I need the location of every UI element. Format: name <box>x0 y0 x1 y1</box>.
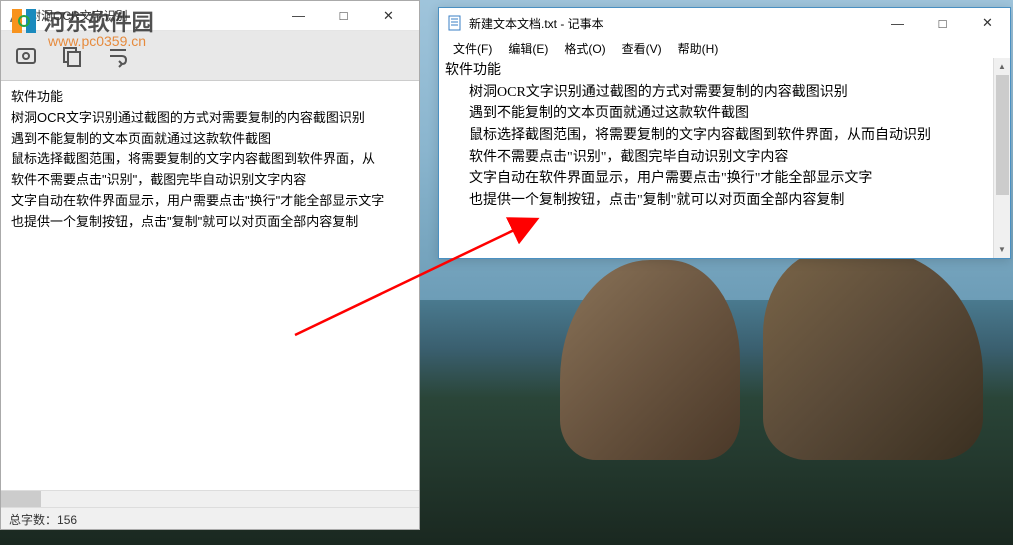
wrap-button[interactable] <box>97 35 139 77</box>
copy-icon <box>60 44 84 68</box>
vertical-scrollbar[interactable]: ▲ ▼ <box>993 58 1010 258</box>
menu-file[interactable]: 文件(F) <box>445 38 500 58</box>
copy-button[interactable] <box>51 35 93 77</box>
scrollbar-thumb[interactable] <box>996 75 1009 195</box>
ocr-app-window: 树洞OCR文字识别 — □ ✕ 软件功能 树洞OCR文字识别通过截图的方式对需要… <box>0 0 420 530</box>
notepad-window: 新建文本文档.txt - 记事本 — □ ✕ 文件(F) 编辑(E) 格式(O)… <box>438 7 1011 259</box>
screenshot-button[interactable] <box>5 35 47 77</box>
ocr-line: 遇到不能复制的文本页面就通过这款软件截图 <box>11 129 409 150</box>
np-line: 文字自动在软件界面显示，用户需要点击"换行"才能全部显示文字 <box>445 168 1004 190</box>
ocr-toolbar <box>1 31 419 81</box>
minimize-button[interactable]: — <box>875 9 920 38</box>
scroll-down-icon[interactable]: ▼ <box>994 241 1010 258</box>
menu-edit[interactable]: 编辑(E) <box>500 38 556 58</box>
ocr-heading: 软件功能 <box>11 87 409 108</box>
ocr-line: 软件不需要点击"识别"，截图完毕自动识别文字内容 <box>11 170 409 191</box>
ocr-window-title: 树洞OCR文字识别 <box>29 7 276 24</box>
horizontal-scrollbar[interactable] <box>1 490 419 507</box>
menu-help[interactable]: 帮助(H) <box>670 38 727 58</box>
np-heading: 软件功能 <box>445 60 1004 82</box>
notepad-titlebar[interactable]: 新建文本文档.txt - 记事本 — □ ✕ <box>439 8 1010 38</box>
np-line: 也提供一个复制按钮，点击"复制"就可以对页面全部内容复制 <box>445 190 1004 212</box>
ocr-line: 文字自动在软件界面显示，用户需要点击"换行"才能全部显示文字 <box>11 191 409 212</box>
notepad-app-icon <box>447 15 463 31</box>
scrollbar-thumb[interactable] <box>1 491 41 507</box>
close-button[interactable]: ✕ <box>965 9 1010 38</box>
close-button[interactable]: ✕ <box>366 1 411 30</box>
ocr-line: 树洞OCR文字识别通过截图的方式对需要复制的内容截图识别 <box>11 108 409 129</box>
word-count-label: 总字数： <box>9 513 57 527</box>
scroll-up-icon[interactable]: ▲ <box>994 58 1010 75</box>
np-line: 鼠标选择截图范围，将需要复制的文字内容截图到软件界面，从而自动识别 <box>445 125 1004 147</box>
notepad-menubar: 文件(F) 编辑(E) 格式(O) 查看(V) 帮助(H) <box>439 38 1010 58</box>
screenshot-icon <box>14 44 38 68</box>
np-line: 遇到不能复制的文本页面就通过这款软件截图 <box>445 103 1004 125</box>
notepad-window-title: 新建文本文档.txt - 记事本 <box>469 15 875 32</box>
menu-format[interactable]: 格式(O) <box>556 38 613 58</box>
wrap-icon <box>106 44 130 68</box>
word-count-value: 156 <box>57 513 77 527</box>
notepad-text-area[interactable]: 软件功能 树洞OCR文字识别通过截图的方式对需要复制的内容截图识别 遇到不能复制… <box>439 58 1010 258</box>
maximize-button[interactable]: □ <box>321 1 366 30</box>
maximize-button[interactable]: □ <box>920 9 965 38</box>
np-line: 软件不需要点击"识别"，截图完毕自动识别文字内容 <box>445 147 1004 169</box>
ocr-line: 鼠标选择截图范围，将需要复制的文字内容截图到软件界面，从 <box>11 149 409 170</box>
ocr-text-area[interactable]: 软件功能 树洞OCR文字识别通过截图的方式对需要复制的内容截图识别 遇到不能复制… <box>1 81 419 490</box>
minimize-button[interactable]: — <box>276 1 321 30</box>
np-line: 树洞OCR文字识别通过截图的方式对需要复制的内容截图识别 <box>445 82 1004 104</box>
ocr-app-icon <box>9 9 23 23</box>
ocr-titlebar[interactable]: 树洞OCR文字识别 — □ ✕ <box>1 1 419 31</box>
menu-view[interactable]: 查看(V) <box>614 38 670 58</box>
ocr-line: 也提供一个复制按钮，点击"复制"就可以对页面全部内容复制 <box>11 212 409 233</box>
ocr-statusbar: 总字数：156 <box>1 507 419 529</box>
